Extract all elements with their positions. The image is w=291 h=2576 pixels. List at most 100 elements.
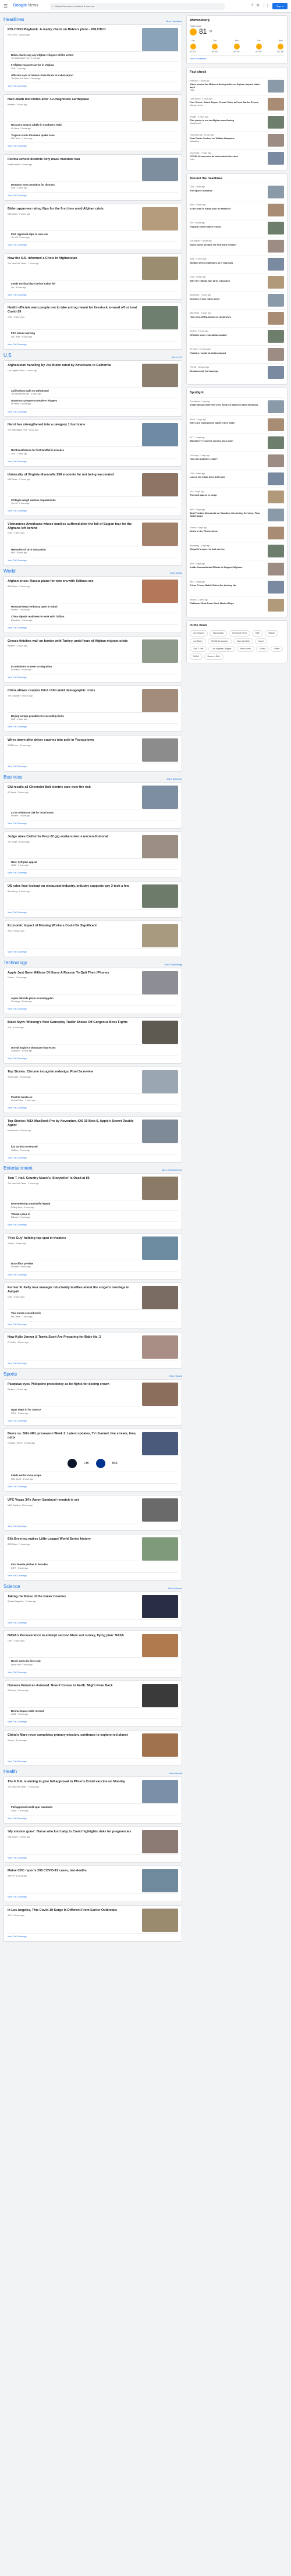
- story-main[interactable]: China's Mars rover completes primary mis…: [8, 1733, 178, 1757]
- full-coverage-link[interactable]: View Full Coverage: [8, 1104, 178, 1110]
- full-coverage-link[interactable]: View Full Coverage: [8, 1619, 178, 1625]
- story-main[interactable]: Florida school districts defy mask manda…: [8, 157, 178, 181]
- related-story[interactable]: Memories of 1975 evacuation NPR · 8 hours…: [8, 545, 178, 556]
- full-coverage-link[interactable]: View Full Coverage: [8, 1271, 178, 1277]
- full-coverage-link[interactable]: View Full Coverage: [8, 1154, 178, 1160]
- topic-chip[interactable]: Los Angeles Dodgers: [208, 645, 235, 652]
- full-coverage-link[interactable]: View Full Coverage: [8, 1522, 178, 1528]
- full-coverage-link[interactable]: View Full Coverage: [8, 340, 178, 346]
- story-thumbnail[interactable]: [142, 1780, 178, 1804]
- story-thumbnail[interactable]: [142, 1120, 178, 1143]
- side-story[interactable]: Axios · 5 hours ago Taliban seeks legitim…: [190, 255, 284, 273]
- story-main[interactable]: Former R. Kelly tour manager reluctantly…: [8, 1286, 178, 1310]
- side-story[interactable]: PolitiFact · 3 hours ago Video shows Joe …: [190, 76, 284, 95]
- topic-chip[interactable]: Chevrolet Bolt: [233, 638, 253, 644]
- section-more-link[interactable]: More Sports: [169, 1374, 182, 1377]
- section-title[interactable]: Science: [3, 1584, 20, 1590]
- story-thumbnail[interactable]: [142, 785, 178, 809]
- related-story[interactable]: Californians split on withdrawal The Sacr…: [8, 386, 178, 397]
- full-coverage-link[interactable]: View Full Coverage: [8, 457, 178, 463]
- full-coverage-link[interactable]: View Full Coverage: [8, 762, 178, 768]
- story-headline[interactable]: Maine CDC reports 208 COVID-19 cases, tw…: [8, 1869, 139, 1873]
- story-headline[interactable]: UFC Vegas 34's Aaron Sandoval rematch is…: [8, 1498, 139, 1502]
- topic-chip[interactable]: Tom T. Hall: [190, 645, 207, 652]
- full-coverage-link[interactable]: View Full Coverage: [8, 948, 178, 954]
- section-title[interactable]: Health: [3, 1769, 17, 1775]
- story-headline[interactable]: Wires down after driver crashes into pol…: [8, 738, 139, 742]
- full-coverage-link[interactable]: View Full Coverage: [8, 1668, 178, 1674]
- story-headline[interactable]: POLITICO Playbook: A reality check on Bi…: [8, 28, 139, 32]
- full-coverage-link[interactable]: View Full Coverage: [8, 1005, 178, 1011]
- related-story[interactable]: China signals readiness to work with Tal…: [8, 613, 178, 623]
- related-story[interactable]: LG to reimburse GM for recall costs Reute…: [8, 808, 178, 819]
- story-main[interactable]: Ella Bryering makes Little League World …: [8, 1537, 178, 1561]
- story-headline[interactable]: Afghanistan handling by Joe Biden rated …: [8, 364, 139, 368]
- related-story[interactable]: Biden, Harris say any Afghan refugees wi…: [8, 51, 178, 61]
- side-story[interactable]: BBC · 6 days ago Prime Prince: Battle Rat…: [190, 578, 284, 596]
- full-coverage-link[interactable]: View Full Coverage: [8, 1483, 178, 1488]
- side-story[interactable]: Reuters · 1 week ago Platforms Shut Down …: [190, 596, 284, 614]
- apps-icon[interactable]: ⋮⋮: [262, 4, 269, 9]
- sign-in-button[interactable]: Sign in: [272, 3, 288, 9]
- section-title[interactable]: Sports: [3, 1372, 17, 1377]
- topic-chip[interactable]: Kabul: [254, 638, 267, 644]
- story-headline[interactable]: Apple Just Gave Millions Of Users A Reas…: [8, 971, 139, 975]
- story-thumbnail[interactable]: [142, 738, 178, 762]
- story-thumbnail[interactable]: [142, 1432, 178, 1456]
- related-story[interactable]: Trial enters second week NBC News · 7 hou…: [8, 1309, 178, 1319]
- related-story[interactable]: Beijing scraps penalties for exceeding l…: [8, 712, 178, 722]
- related-story[interactable]: DeSantis vows penalties for districts CNN…: [8, 180, 178, 191]
- story-main[interactable]: Haiti death toll climbs after 7.2-magnit…: [8, 98, 178, 122]
- story-main[interactable]: Taking the Pulse of the Greek Cosmos Quan…: [8, 1594, 178, 1618]
- story-main[interactable]: GM recalls all Chevrolet Bolt electric c…: [8, 785, 178, 809]
- story-headline[interactable]: How the U.S. informed a Crisis in Afghan…: [8, 257, 139, 261]
- story-main[interactable]: Greece finishes wall on border with Turk…: [8, 639, 178, 663]
- story-main[interactable]: Vietnamese Americans whose families suff…: [8, 522, 178, 546]
- full-coverage-link[interactable]: View Full Coverage: [8, 1221, 178, 1227]
- story-main[interactable]: Pacquiao eyes Philippine presidency as h…: [8, 1383, 178, 1406]
- help-icon[interactable]: ?: [251, 4, 253, 9]
- full-coverage-link[interactable]: View Full Coverage: [8, 723, 178, 729]
- related-story[interactable]: Remembering a Nashville legend Rolling St…: [8, 1200, 178, 1210]
- section-title[interactable]: Headlines: [3, 17, 24, 23]
- story-thumbnail[interactable]: [142, 971, 178, 994]
- story-headline[interactable]: Former R. Kelly tour manager reluctantly…: [8, 1286, 139, 1294]
- side-story[interactable]: Vox · 3 hours ago Tropical storm watch is…: [190, 219, 284, 237]
- section-title[interactable]: Business: [3, 774, 22, 780]
- menu-icon[interactable]: ☰: [3, 3, 9, 9]
- full-coverage-link[interactable]: View Full Coverage: [8, 869, 178, 875]
- story-main[interactable]: Top Stories: M1X MacBook Pro by November…: [8, 1120, 178, 1143]
- side-story[interactable]: CNN · 3 days ago Lakers fan made their dr…: [190, 470, 284, 488]
- full-coverage-link[interactable]: View Full Coverage: [8, 291, 178, 297]
- full-coverage-link[interactable]: View Full Coverage: [8, 83, 178, 88]
- related-story[interactable]: 5 Afghan evacuees arrive in Virginia CNN …: [8, 61, 178, 71]
- story-thumbnail[interactable]: [142, 98, 178, 122]
- story-main[interactable]: Judge rules California Prop 22 gig worke…: [8, 834, 178, 858]
- section-more-link[interactable]: More Business: [167, 777, 182, 780]
- full-coverage-link[interactable]: View Full Coverage: [8, 820, 178, 825]
- game-scorebox[interactable]: CHI BUF: [8, 1455, 178, 1472]
- topic-chip[interactable]: Henri storm: [236, 645, 254, 652]
- story-main[interactable]: Top Stories: Chrome incognito redesign, …: [8, 1070, 178, 1093]
- full-coverage-link[interactable]: View Full Coverage: [8, 241, 178, 247]
- topic-chip[interactable]: Bears vs Bills: [204, 653, 223, 660]
- section-more-link[interactable]: More Health: [169, 1772, 182, 1775]
- story-main[interactable]: How the U.S. informed a Crisis in Afghan…: [8, 257, 178, 280]
- story-main[interactable]: Tom T. Hall, Country Music's 'Storytelle…: [8, 1177, 178, 1200]
- story-headline[interactable]: Vietnamese Americans whose families suff…: [8, 523, 139, 531]
- full-coverage-link[interactable]: View Full Coverage: [8, 1055, 178, 1060]
- side-story[interactable]: AP News · 10 hours ago Families reunite a…: [190, 345, 284, 363]
- search-input[interactable]: ⌕ Search for topics, locations & sources: [49, 2, 225, 10]
- side-story[interactable]: WSJ · 4 days ago Best Product Discounts o…: [190, 506, 284, 524]
- topic-chip[interactable]: Coronavirus: [190, 630, 208, 637]
- related-story[interactable]: Fields set for more snaps NBC Sports · 4 …: [8, 1472, 178, 1481]
- related-story[interactable]: Tributes pour in Billboard · 4 hours ago: [8, 1210, 178, 1220]
- story-headline[interactable]: Black Myth: Wukong's New Gameplay Traile…: [8, 1021, 139, 1025]
- related-story[interactable]: Poll: Approval slips to new low The Hill …: [8, 230, 178, 240]
- related-story[interactable]: Box office preview Deadline · 5 hours ago: [8, 1260, 178, 1270]
- section-title[interactable]: Technology: [3, 960, 27, 966]
- section-more-link[interactable]: More World: [170, 571, 182, 574]
- story-thumbnail[interactable]: [142, 363, 178, 387]
- story-headline[interactable]: China allows couples third child amid de…: [8, 689, 139, 693]
- topic-chip[interactable]: NASA: [190, 653, 203, 660]
